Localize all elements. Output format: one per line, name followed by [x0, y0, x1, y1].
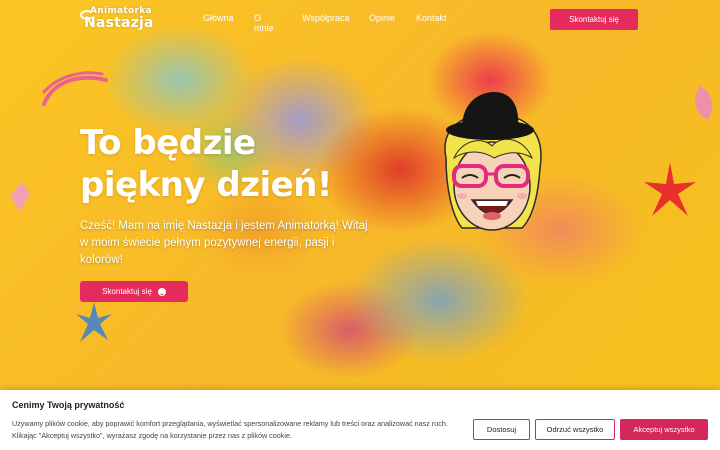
nav-item-o-mnie[interactable]: O mnie [254, 13, 274, 33]
hero-contact-button[interactable]: Skontaktuj się [80, 281, 188, 302]
cookie-description: Używamy plików cookie, aby poprawić komf… [12, 419, 448, 440]
nav-item-kontakt[interactable]: Kontakt [416, 13, 447, 23]
nav-item-glowna[interactable]: Główna [203, 13, 234, 23]
swirl-decoration-icon [42, 71, 108, 106]
headline-line-1: To będzie [80, 123, 256, 163]
top-navigation: Animatorka Nastazja Główna O mnie Współp… [0, 0, 720, 38]
mascot-illustration [444, 92, 542, 231]
nav-contact-button[interactable]: Skontaktuj się [550, 9, 638, 30]
hero-intro-text: Cześć! Mam na imię Nastazja i jestem Ani… [80, 220, 368, 266]
cookie-title: Cenimy Twoją prywatność [12, 400, 125, 410]
smiley-icon [157, 287, 166, 296]
nav-item-opinie[interactable]: Opinie [369, 13, 395, 23]
star-decoration-icon [644, 162, 696, 216]
splash-decoration-icon [76, 302, 112, 342]
leaf-decoration-icon [694, 86, 713, 120]
heart-decoration-icon [10, 182, 30, 212]
hero-contact-label: Skontaktuj się [102, 287, 152, 296]
logo-line-2: Nastazja [84, 15, 154, 31]
nav-item-wspolpraca[interactable]: Współpraca [302, 13, 350, 23]
headline-line-2: piękny dzień! [80, 165, 332, 205]
cookie-accept-all-button[interactable]: Akceptuj wszystko [620, 419, 708, 440]
brand-logo[interactable]: Animatorka Nastazja [80, 6, 156, 31]
cookie-customize-button[interactable]: Dostosuj [473, 419, 530, 440]
hero-headline: To będzie piękny dzień! [80, 122, 360, 206]
cookie-reject-all-button[interactable]: Odrzuć wszystko [535, 419, 615, 440]
